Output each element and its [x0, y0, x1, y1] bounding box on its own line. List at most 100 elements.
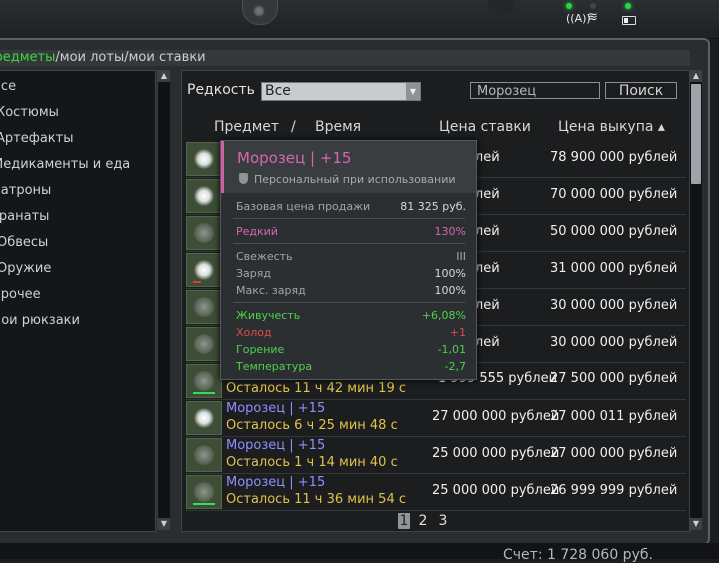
item-slot[interactable]: [186, 179, 222, 213]
tooltip-divider: [233, 243, 465, 244]
status-led-icon: [566, 3, 572, 9]
item-name: Морозец | +15: [226, 438, 326, 453]
max-charge-value: 100%: [434, 284, 466, 297]
item-slot[interactable]: [186, 290, 222, 324]
item-slot[interactable]: [186, 401, 222, 435]
tab-items[interactable]: предметы: [0, 50, 55, 65]
base-price-label: Базовая цена продажи: [236, 200, 371, 213]
tooltip-subtitle-text: Персональный при использовании: [254, 173, 456, 186]
buyout-price: 30 000 000 рублей: [550, 298, 678, 313]
category-item-attachments[interactable]: Обвесы: [0, 235, 48, 250]
buyout-price: 78 900 000 рублей: [550, 150, 678, 165]
rarity-value: 130%: [434, 225, 466, 238]
hardware-knob: [488, 0, 514, 14]
rarity-select-value: Все: [265, 83, 291, 99]
tab-my-bids[interactable]: мои ставки: [129, 50, 206, 65]
temperature-value: -2,7: [444, 360, 466, 373]
item-slot[interactable]: [186, 253, 222, 287]
tabs-bar: предметы/мои лоты/мои ставки: [0, 50, 690, 66]
search-input[interactable]: Морозец: [470, 82, 600, 99]
charge-value: 100%: [434, 267, 466, 280]
artifact-icon: [194, 408, 214, 428]
item-name: Морозец | +15: [226, 475, 326, 490]
category-item-ammo[interactable]: Патроны: [0, 183, 51, 198]
artifact-icon: [194, 371, 214, 391]
charge-label: Заряд: [236, 267, 271, 280]
column-header-time[interactable]: Время: [315, 119, 361, 135]
buyout-price: 70 000 000 рублей: [550, 187, 678, 202]
buyout-price: 27 500 000 рублей: [550, 371, 678, 386]
table-row[interactable]: Морозец | +15 Осталось 1 ч 14 мин 40 с 2…: [186, 437, 686, 474]
scroll-up-icon[interactable]: ▲: [690, 70, 702, 82]
shield-icon: [239, 173, 248, 184]
tooltip-divider: [233, 218, 465, 219]
column-header-bid[interactable]: Цена ставки: [439, 119, 531, 135]
tooltip-subtitle: Персональный при использовании: [239, 173, 456, 186]
tab-my-lots[interactable]: мои лоты: [60, 50, 124, 65]
item-slot[interactable]: [186, 364, 222, 398]
artifact-icon: [194, 445, 214, 465]
category-item-other[interactable]: Прочее: [0, 287, 41, 302]
scroll-thumb[interactable]: [691, 84, 701, 184]
scroll-up-icon[interactable]: ▲: [158, 70, 170, 82]
artifact-icon: [194, 334, 214, 354]
scroll-down-icon[interactable]: ▼: [158, 518, 170, 530]
search-button[interactable]: Поиск: [605, 82, 677, 99]
scroll-down-icon[interactable]: ▼: [690, 518, 702, 530]
page-button-2[interactable]: 2: [416, 513, 430, 529]
category-item-artifacts[interactable]: Артефакты: [0, 131, 74, 146]
table-row[interactable]: Морозец | +15 Осталось 11 ч 36 мин 54 с …: [186, 474, 686, 511]
category-list: Все Костюмы Артефакты Медикаменты и еда …: [0, 70, 156, 532]
durability-bar: [193, 392, 215, 394]
chevron-down-icon[interactable]: ▼: [406, 83, 420, 100]
item-tooltip: Морозец | +15 Персональный при использов…: [220, 140, 477, 380]
freshness-value: III: [456, 250, 466, 263]
category-item-grenades[interactable]: Гранаты: [0, 209, 49, 224]
battery-icon: [622, 16, 636, 25]
rarity-label: Редкость: [187, 82, 255, 98]
lots-scrollbar[interactable]: ▲ ▼: [689, 70, 702, 530]
item-slot[interactable]: [186, 327, 222, 361]
time-left: Осталось 1 ч 14 мин 40 с: [226, 455, 398, 470]
item-slot[interactable]: [186, 142, 222, 176]
category-item-suits[interactable]: Костюмы: [0, 105, 59, 120]
buyout-price: 50 000 000 рублей: [550, 224, 678, 239]
category-item-all[interactable]: Все: [0, 79, 16, 94]
rarity-select[interactable]: Все ▼: [261, 82, 421, 101]
category-item-weapons[interactable]: Оружие: [0, 261, 51, 276]
column-header-buyout[interactable]: Цена выкупа ▴: [558, 119, 665, 135]
time-left: Осталось 11 ч 36 мин 54 с: [226, 492, 406, 507]
camera-icon: [242, 0, 278, 25]
time-left: Осталось 6 ч 25 мин 48 с: [226, 418, 398, 433]
buyout-price: 27 000 011 рублей: [550, 409, 678, 424]
freshness-label: Свежесть: [236, 250, 293, 263]
category-item-meds[interactable]: Медикаменты и еда: [0, 157, 130, 172]
column-header-item[interactable]: Предмет: [214, 119, 279, 135]
item-name: Морозец | +15: [226, 401, 326, 416]
bid-price: 27 000 000 рублей: [432, 409, 560, 424]
burn-value: -1,01: [437, 343, 466, 356]
buyout-price: 30 000 000 рублей: [550, 335, 678, 350]
time-left: Осталось 11 ч 42 мин 19 с: [226, 381, 406, 396]
artifact-icon: [194, 186, 214, 206]
device-status-bar: ((A)) ≋: [0, 0, 719, 39]
category-item-backpacks[interactable]: Мои рюкзаки: [0, 313, 80, 328]
item-slot[interactable]: [186, 438, 222, 472]
artifact-icon: [194, 223, 214, 243]
wifi-icon: ≋: [587, 10, 598, 25]
page-button-1[interactable]: 1: [398, 513, 410, 529]
bid-price: 25 000 000 рублей: [432, 483, 560, 498]
category-scrollbar[interactable]: ▲ ▼: [157, 70, 170, 530]
artifact-icon: [194, 260, 214, 280]
artifact-icon: [194, 149, 214, 169]
item-slot[interactable]: [186, 216, 222, 250]
tooltip-title: Морозец | +15: [237, 149, 352, 167]
burn-label: Горение: [236, 343, 285, 356]
bid-price: 25 000 000 рублей: [432, 446, 560, 461]
page-button-3[interactable]: 3: [436, 513, 450, 529]
status-led-icon: [625, 3, 631, 9]
buyout-price: 27 000 000 рублей: [550, 446, 678, 461]
item-slot[interactable]: [186, 475, 222, 509]
status-led-icon: [590, 3, 596, 9]
table-row[interactable]: Морозец | +15 Осталось 6 ч 25 мин 48 с 2…: [186, 400, 686, 437]
